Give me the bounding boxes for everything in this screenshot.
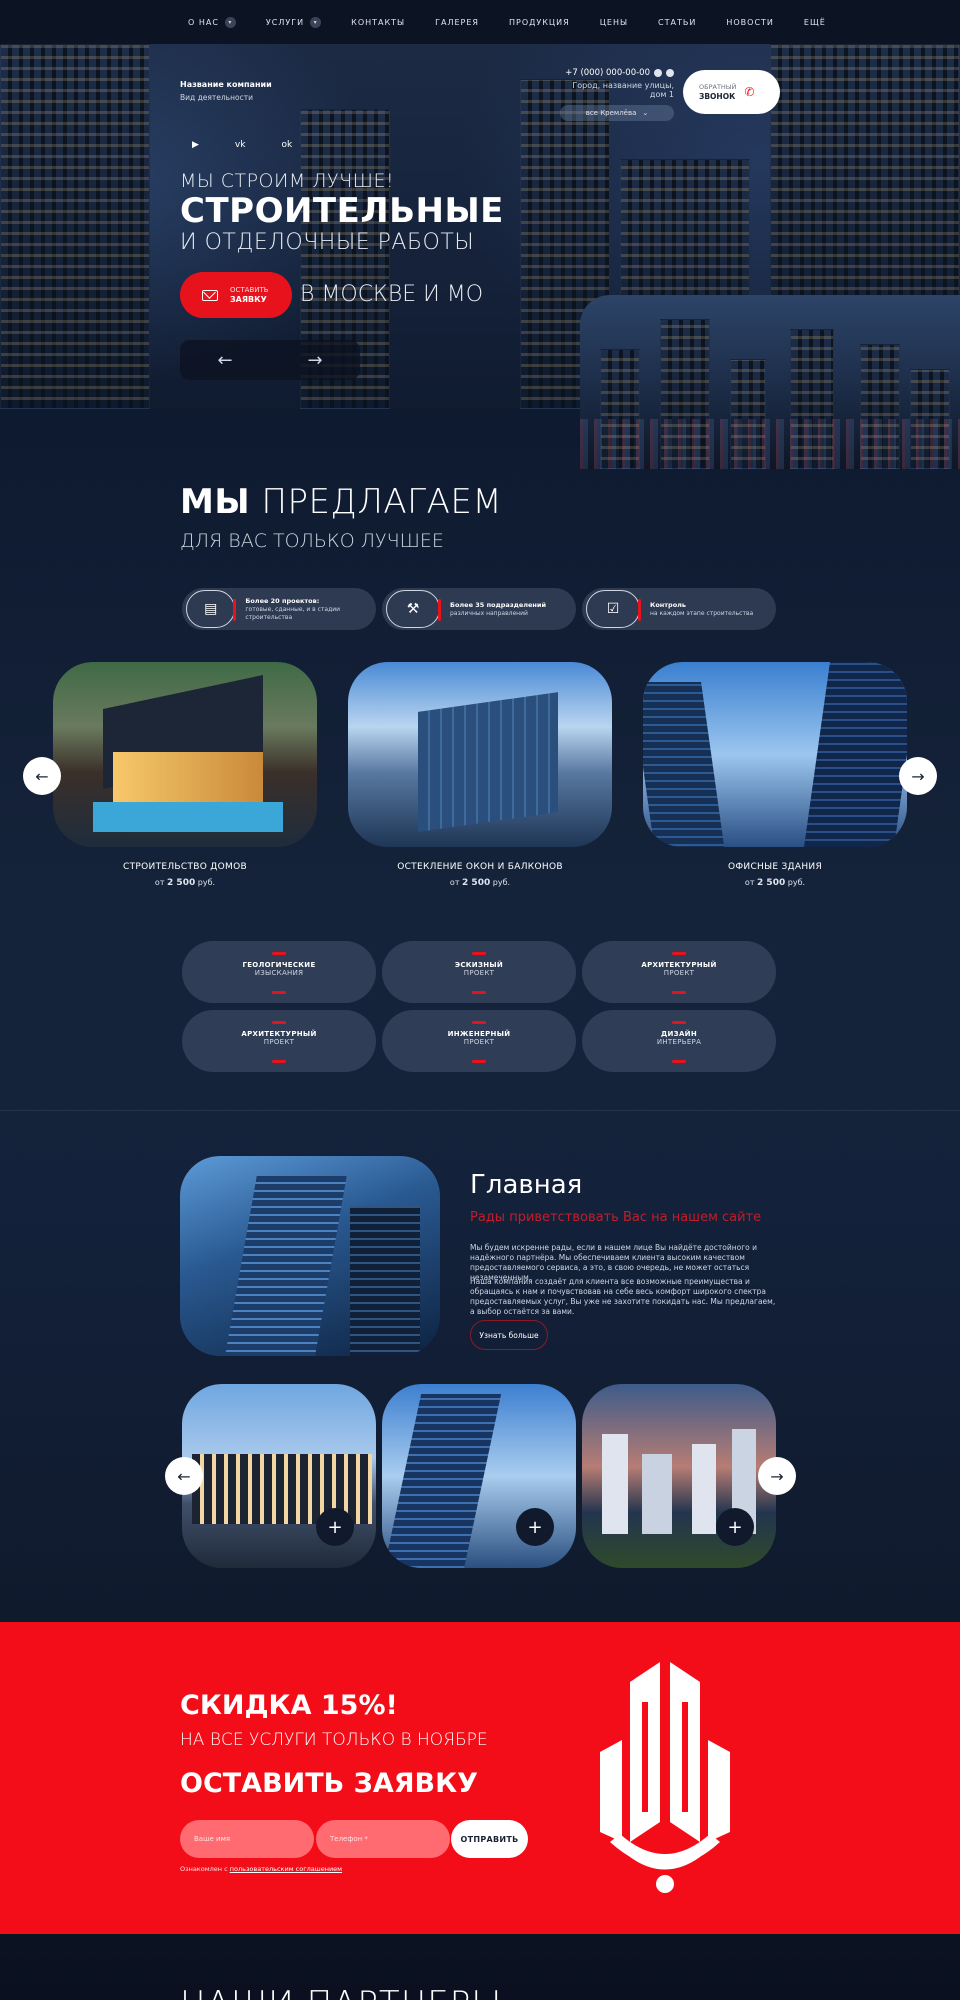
- service-sketch[interactable]: ЭСКИЗНЫЙ ПРОЕКТ: [382, 941, 576, 1003]
- gallery-image-3[interactable]: +: [582, 1384, 776, 1568]
- about-subtitle: Рады приветствовать Вас на нашем сайте: [470, 1210, 762, 1225]
- checklist-icon: ☑: [586, 590, 641, 628]
- arrow-left-icon[interactable]: ←: [23, 757, 61, 795]
- phone-icon: ✆: [744, 85, 755, 99]
- company-logo: [600, 1662, 730, 1893]
- telegram-icon[interactable]: [654, 69, 662, 77]
- nav-item-gallery[interactable]: ГАЛЕРЕЯ: [435, 18, 479, 27]
- callback-top: ОБРАТНЫЙ: [699, 82, 737, 91]
- card-image-offices[interactable]: [643, 662, 907, 847]
- hero-line-3: И ОТДЕЛОЧНЫЕ РАБОТЫ: [180, 230, 475, 255]
- service-engineering[interactable]: ИНЖЕНЕРНЫЙ ПРОЕКТ: [382, 1010, 576, 1072]
- nav-item-more[interactable]: ЕЩЁ: [804, 18, 826, 27]
- company-name[interactable]: Название компании: [180, 80, 272, 89]
- chevron-down-icon[interactable]: ▾: [310, 16, 322, 28]
- name-field[interactable]: Ваше имя: [180, 1820, 314, 1858]
- nav-item-news[interactable]: НОВОСТИ: [726, 18, 774, 27]
- card-price-offices: от 2 500 руб.: [744, 878, 806, 888]
- gallery-image-1[interactable]: +: [182, 1384, 376, 1568]
- nav-item-prices[interactable]: ЦЕНЫ: [600, 18, 628, 27]
- top-nav: О НАС ▾ УСЛУГИ ▾ КОНТАКТЫ ГАЛЕРЕЯ ПРОДУКЦИ…: [0, 0, 960, 44]
- night-city-image: [580, 295, 960, 469]
- nav-item-about[interactable]: О НАС ▾: [188, 16, 236, 28]
- feature-departments: ⚒ Более 35 подразделений различных направ…: [382, 588, 576, 630]
- request-button-top: ОСТАВИТЬ: [230, 285, 269, 294]
- nav-item-contacts[interactable]: КОНТАКТЫ: [351, 18, 405, 27]
- service-architecture[interactable]: АРХИТЕКТУРНЫЙ ПРОЕКТ: [582, 941, 776, 1003]
- card-title-glazing[interactable]: ОСТЕКЛЕНИЕ ОКОН И БАЛКОНОВ: [348, 862, 612, 872]
- offer-subtitle: ДЛЯ ВАС ТОЛЬКО ЛУЧШЕЕ: [180, 530, 444, 552]
- arrow-right-icon[interactable]: →: [758, 1457, 796, 1495]
- whatsapp-icon[interactable]: [666, 69, 674, 77]
- phone-field[interactable]: Телефон *: [316, 1820, 450, 1858]
- nav-item-articles[interactable]: СТАТЬИ: [658, 18, 696, 27]
- promo-section: СКИДКА 15%! НА ВСЕ УСЛУГИ ТОЛЬКО В НОЯБР…: [0, 1622, 960, 1934]
- agreement-text: Ознакомлен с пользовательским соглашение…: [180, 1865, 343, 1873]
- chevron-down-icon[interactable]: ▾: [224, 16, 236, 28]
- about-image: [180, 1156, 440, 1356]
- divider: [0, 1110, 960, 1111]
- gallery-image-2[interactable]: +: [382, 1384, 576, 1568]
- contacts-block: +7 (000) 000-00-00 Город, название улицы…: [560, 68, 674, 121]
- about-paragraph-2: Наша компания создаёт для клиента все во…: [470, 1277, 776, 1316]
- card-price-houses: от 2 500 руб.: [154, 878, 216, 888]
- about-title: Главная: [470, 1170, 583, 1200]
- building-image: [0, 44, 150, 409]
- address: Город, название улицы, дом 1: [572, 81, 674, 99]
- arrow-right-icon[interactable]: →: [899, 757, 937, 795]
- plus-icon[interactable]: +: [716, 1508, 754, 1546]
- service-architecture-2[interactable]: АРХИТЕКТУРНЫЙ ПРОЕКТ: [182, 1010, 376, 1072]
- promo-request-title: ОСТАВИТЬ ЗАЯВКУ: [180, 1768, 478, 1799]
- card-image-houses[interactable]: [53, 662, 317, 847]
- card-image-glazing[interactable]: [348, 662, 612, 847]
- feature-projects: ▤ Более 20 проектов: готовые, сданные, и …: [182, 588, 376, 630]
- service-geology[interactable]: ГЕОЛОГИЧЕСКИЕ ИЗЫСКАНИЯ: [182, 941, 376, 1003]
- hero-line-2: СТРОИТЕЛЬНЫЕ: [180, 191, 504, 231]
- card-title-offices[interactable]: ОФИСНЫЕ ЗДАНИЯ: [643, 862, 907, 872]
- ok-icon[interactable]: ok: [281, 140, 292, 150]
- promo-subtitle: НА ВСЕ УСЛУГИ ТОЛЬКО В НОЯБРЕ: [180, 1730, 488, 1750]
- hero-heading: МЫ СТРОИМ ЛУЧШЕ! СТРОИТЕЛЬНЫЕ И ОТДЕЛОЧН…: [180, 170, 504, 255]
- vk-icon[interactable]: vk: [235, 140, 246, 150]
- plus-icon[interactable]: +: [516, 1508, 554, 1546]
- send-button[interactable]: ОТПРАВИТЬ: [451, 1820, 528, 1858]
- card-title-houses[interactable]: СТРОИТЕЛЬСТВО ДОМОВ: [53, 862, 317, 872]
- callback-bottom: ЗВОНОК: [699, 91, 736, 101]
- arrow-left-icon[interactable]: ←: [217, 350, 232, 371]
- youtube-icon[interactable]: ▶: [192, 140, 199, 150]
- feature-control: ☑ Контроль на каждом этапе строительства: [582, 588, 776, 630]
- envelope-icon: [202, 289, 218, 301]
- request-button-bottom: ЗАЯВКУ: [230, 294, 267, 304]
- agreement-link[interactable]: пользовательским соглашением: [230, 1865, 342, 1873]
- promo-discount: СКИДКА 15%!: [180, 1690, 398, 1721]
- company-desc: Вид деятельности: [180, 93, 253, 102]
- learn-more-button[interactable]: Узнать больше: [470, 1320, 548, 1350]
- arrow-right-icon[interactable]: →: [307, 350, 322, 371]
- nav-item-services[interactable]: УСЛУГИ ▾: [266, 16, 322, 28]
- card-price-glazing: от 2 500 руб.: [449, 878, 511, 888]
- hero-slider-controls: ← →: [180, 340, 360, 380]
- document-icon: ▤: [186, 590, 237, 628]
- chevron-down-icon: ⌄: [642, 109, 649, 117]
- callback-button[interactable]: ОБРАТНЫЙ ЗВОНОК ✆: [683, 70, 780, 114]
- request-button[interactable]: ОСТАВИТЬ ЗАЯВКУ: [180, 272, 292, 318]
- service-interior[interactable]: ДИЗАЙН ИНТЕРЬЕРА: [582, 1010, 776, 1072]
- city-text: В МОСКВЕ И МО: [300, 282, 484, 307]
- arrow-left-icon[interactable]: ←: [165, 1457, 203, 1495]
- company-info: Название компании Вид деятельности: [180, 80, 272, 102]
- city-select[interactable]: все Кремлёва ⌄: [560, 105, 674, 121]
- social-links: ▶ vk ok: [192, 140, 292, 150]
- offer-title: МЫ ПРЕДЛАГАЕМ: [180, 482, 503, 522]
- paint-roller-icon: ⚒: [386, 590, 441, 628]
- hero-line-1: МЫ СТРОИМ ЛУЧШЕ!: [180, 170, 395, 192]
- phone-number[interactable]: +7 (000) 000-00-00: [565, 68, 650, 78]
- partners-title: НАШИ ПАРТНЕРЫ: [180, 1984, 502, 2000]
- plus-icon[interactable]: +: [316, 1508, 354, 1546]
- nav-item-products[interactable]: ПРОДУКЦИЯ: [509, 18, 570, 27]
